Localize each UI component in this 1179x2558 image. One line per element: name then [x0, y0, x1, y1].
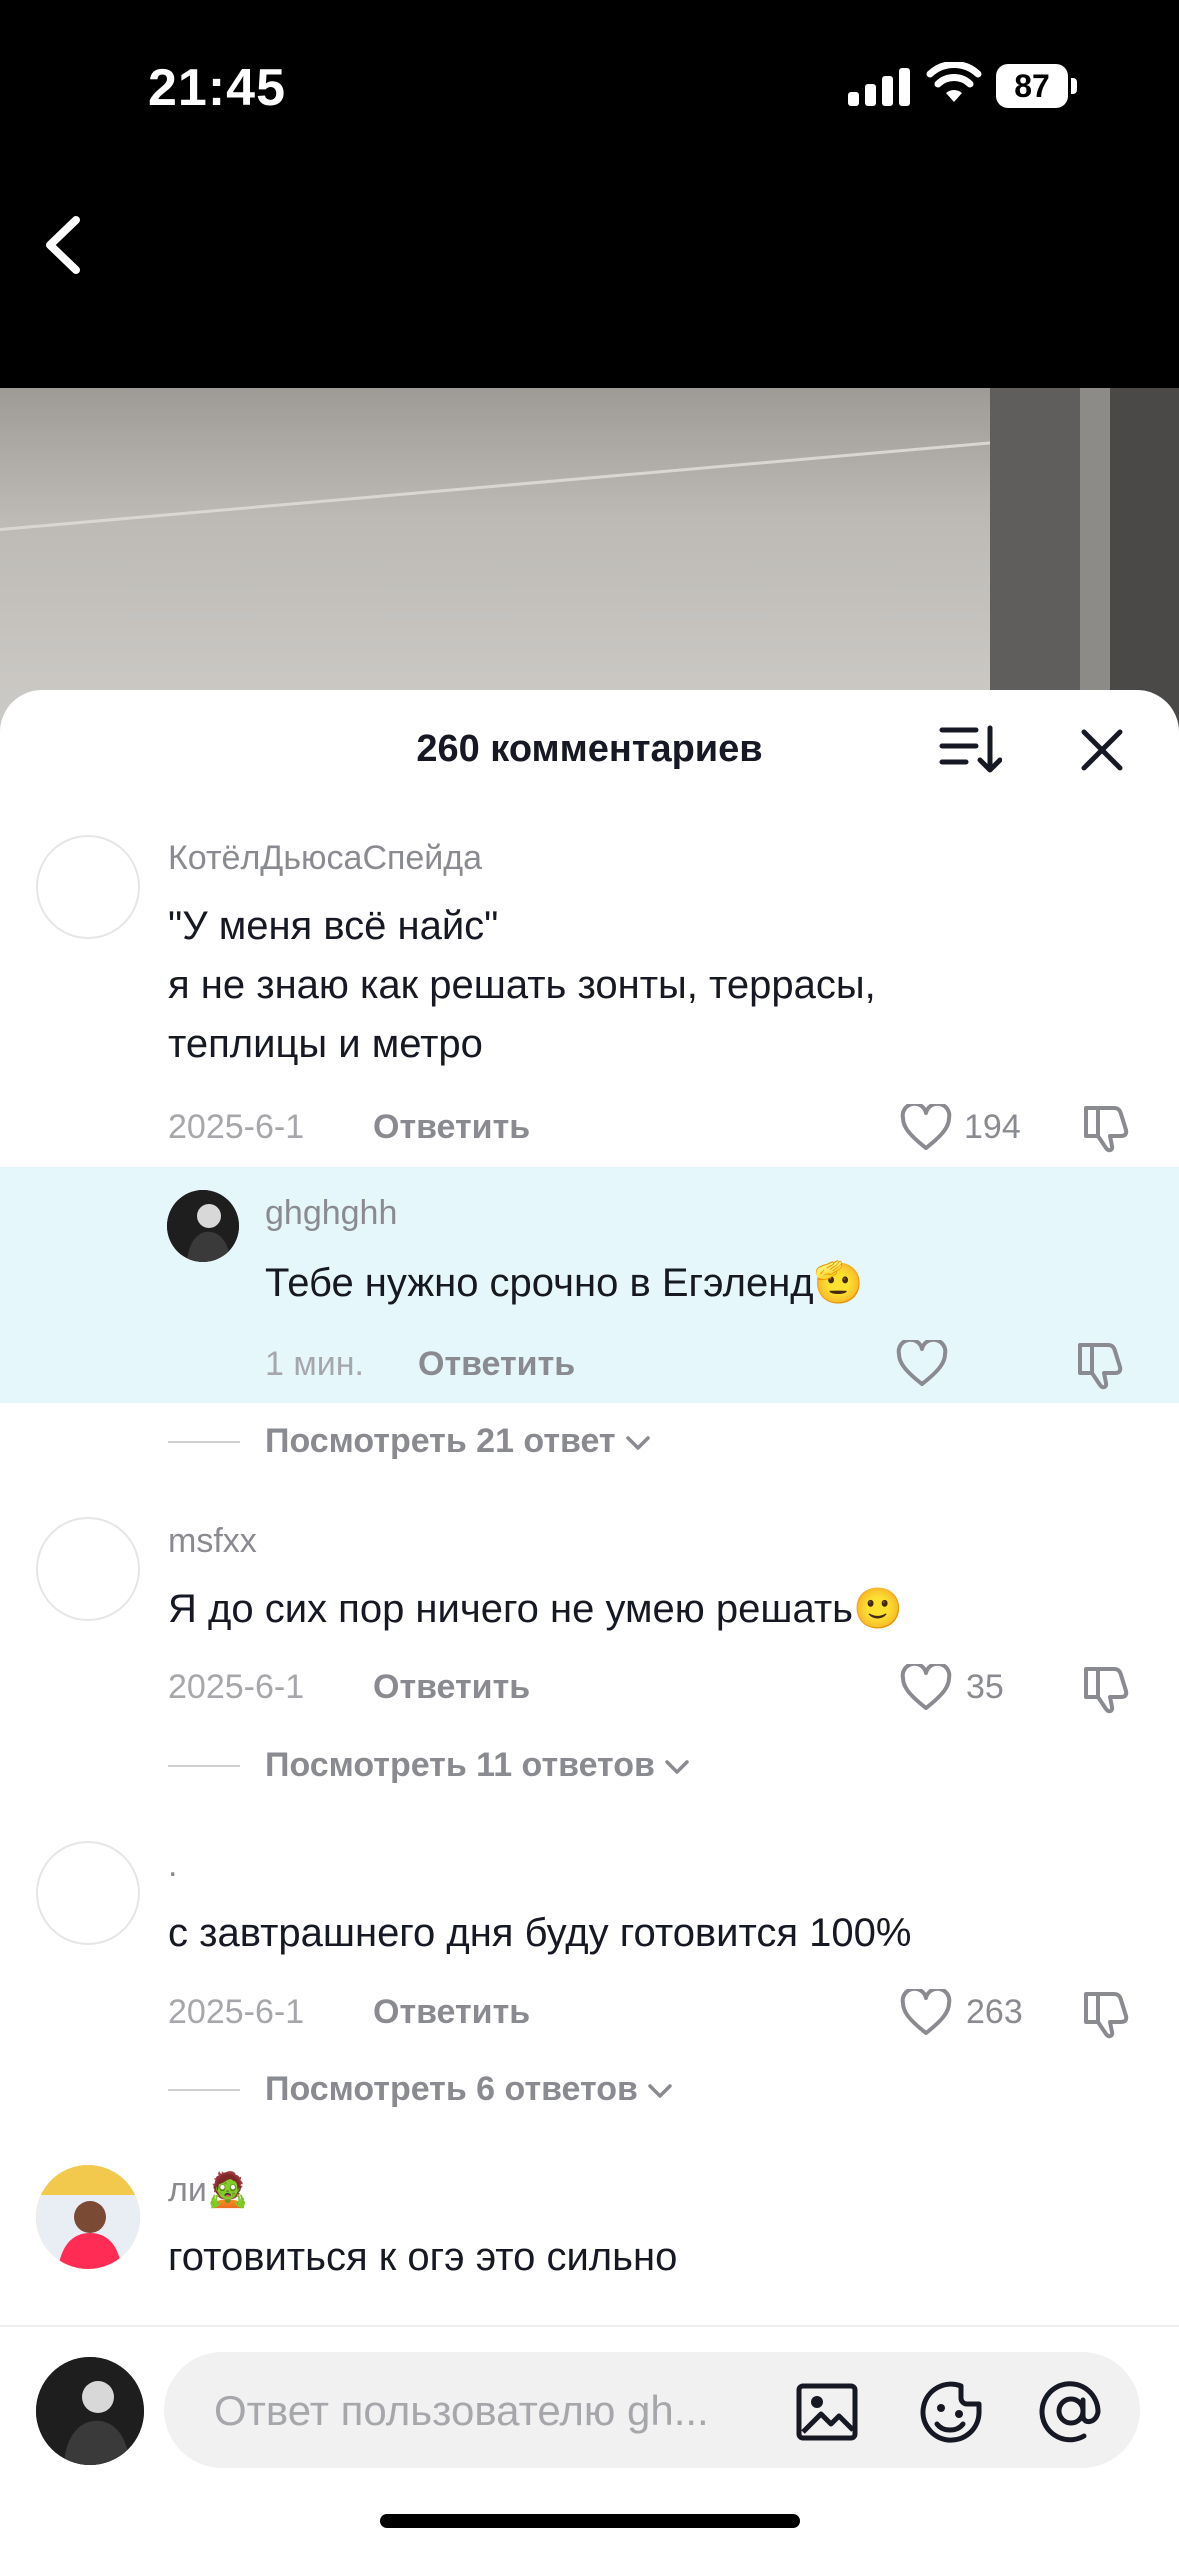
dislike-icon[interactable] — [1080, 1986, 1134, 2040]
avatar-image — [36, 2165, 140, 2269]
comment-username[interactable]: . — [168, 1846, 177, 1885]
comment-date: 2025-6-1 — [168, 1108, 305, 1146]
comment-username[interactable]: ли🧟 — [168, 2170, 249, 2210]
view-replies-label: Посмотреть 21 ответ — [265, 1422, 616, 1460]
chevron-down-icon — [648, 2084, 672, 2098]
comment-input[interactable] — [212, 2352, 776, 2470]
view-replies-button[interactable]: Посмотреть 6 ответов — [265, 2070, 674, 2109]
avatar-image — [167, 1190, 239, 1262]
like-count: 194 — [964, 1108, 1021, 1146]
dislike-icon[interactable] — [1074, 1337, 1128, 1391]
avatar[interactable] — [36, 1841, 140, 1945]
comment-input-container — [164, 2352, 1140, 2470]
heart-icon[interactable] — [900, 1664, 952, 1712]
view-replies-label: Посмотреть 11 ответов — [265, 1746, 655, 1784]
divider — [168, 2089, 240, 2091]
comment-text: Я до сих пор ничего не умею решать🙂 — [168, 1587, 903, 1631]
reply-button[interactable]: Ответить — [418, 1345, 575, 1384]
back-icon[interactable] — [30, 200, 100, 290]
reply-text: Тебе нужно срочно в Егэленд🫡 — [265, 1261, 864, 1305]
reply-avatar[interactable] — [167, 1190, 239, 1262]
avatar[interactable] — [36, 1517, 140, 1621]
heart-icon[interactable] — [896, 1340, 948, 1388]
battery-level: 87 — [1014, 68, 1050, 104]
avatar-image — [36, 2357, 144, 2465]
dislike-icon[interactable] — [1080, 1661, 1134, 1715]
cellular-signal-icon — [848, 68, 910, 106]
sort-icon[interactable] — [938, 722, 1002, 778]
avatar[interactable] — [36, 835, 140, 939]
chevron-down-icon — [665, 1760, 689, 1774]
comments-count-title: 260 комментариев — [416, 728, 763, 770]
reply-username[interactable]: ghghghh — [265, 1194, 397, 1233]
comment-date: 2025-6-1 — [168, 1668, 305, 1706]
dislike-icon[interactable] — [1080, 1100, 1134, 1154]
reply-button[interactable]: Ответить — [373, 1108, 530, 1147]
my-avatar[interactable] — [36, 2357, 144, 2465]
comment-text: с завтрашнего дня буду готовится 100% — [168, 1911, 912, 1955]
mention-icon[interactable] — [1036, 2376, 1106, 2446]
comment-username[interactable]: msfxx — [168, 1522, 257, 1561]
status-time: 21:45 — [148, 59, 286, 117]
heart-icon[interactable] — [900, 1989, 952, 2037]
view-replies-button[interactable]: Посмотреть 21 ответ — [265, 1422, 652, 1461]
battery-icon: 87 — [996, 64, 1078, 108]
comment-username[interactable]: КотёлДьюсаСпейда — [168, 839, 482, 878]
comment-text: "У меня всё найс" я не знаю как решать з… — [168, 904, 876, 1066]
reply-button[interactable]: Ответить — [373, 1668, 530, 1707]
comment-date: 2025-6-1 — [168, 1993, 305, 2031]
avatar[interactable] — [36, 2165, 140, 2269]
close-icon[interactable] — [1076, 724, 1128, 776]
comment-text: готовиться к огэ это сильно — [168, 2235, 678, 2279]
wifi-icon — [926, 62, 982, 102]
like-count: 35 — [966, 1668, 1004, 1706]
reply-button[interactable]: Ответить — [373, 1993, 530, 2032]
like-count: 263 — [966, 1993, 1023, 2031]
view-replies-label: Посмотреть 6 ответов — [265, 2070, 638, 2108]
divider — [168, 1441, 240, 1443]
heart-icon[interactable] — [900, 1104, 952, 1152]
divider — [168, 1765, 240, 1767]
reply-date: 1 мин. — [265, 1345, 364, 1383]
view-replies-button[interactable]: Посмотреть 11 ответов — [265, 1746, 691, 1785]
image-icon[interactable] — [795, 2382, 859, 2442]
home-indicator — [380, 2514, 800, 2528]
chevron-down-icon — [625, 1436, 650, 1450]
emoji-icon[interactable] — [917, 2378, 985, 2446]
